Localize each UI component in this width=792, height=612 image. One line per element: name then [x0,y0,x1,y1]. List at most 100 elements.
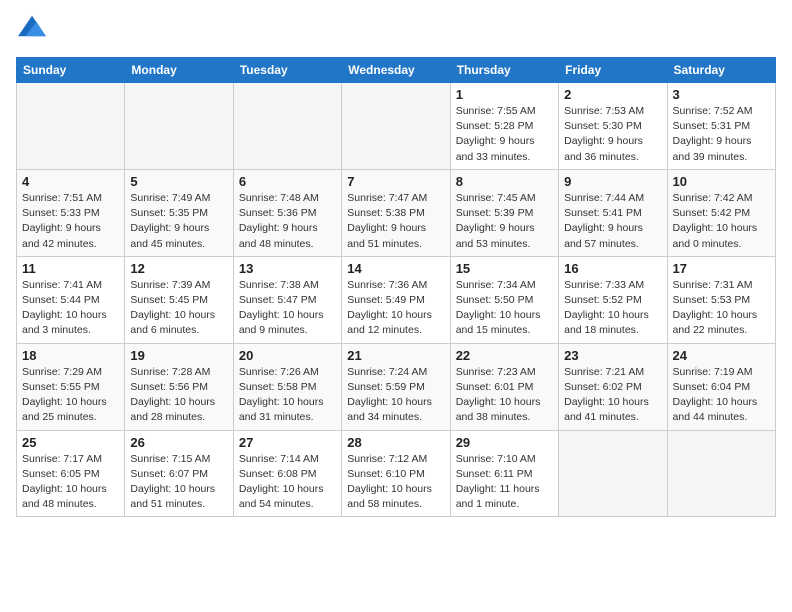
day-number: 1 [456,87,553,102]
weekday-header-row: SundayMondayTuesdayWednesdayThursdayFrid… [17,58,776,83]
day-number: 24 [673,348,770,363]
calendar-cell: 22 Sunrise: 7:23 AMSunset: 6:01 PMDayligh… [450,343,558,430]
day-detail: Sunrise: 7:31 AMSunset: 5:53 PMDaylight:… [673,278,770,339]
day-detail: Sunrise: 7:12 AMSunset: 6:10 PMDaylight:… [347,452,444,513]
day-number: 3 [673,87,770,102]
day-detail: Sunrise: 7:24 AMSunset: 5:59 PMDaylight:… [347,365,444,426]
calendar-cell [667,430,775,517]
calendar-cell: 19 Sunrise: 7:28 AMSunset: 5:56 PMDayligh… [125,343,233,430]
day-detail: Sunrise: 7:42 AMSunset: 5:42 PMDaylight:… [673,191,770,252]
day-detail: Sunrise: 7:45 AMSunset: 5:39 PMDaylight:… [456,191,553,252]
calendar-week-row: 1 Sunrise: 7:55 AMSunset: 5:28 PMDaylight… [17,83,776,170]
day-detail: Sunrise: 7:17 AMSunset: 6:05 PMDaylight:… [22,452,119,513]
day-number: 12 [130,261,227,276]
day-number: 28 [347,435,444,450]
calendar-cell [17,83,125,170]
calendar-cell: 27 Sunrise: 7:14 AMSunset: 6:08 PMDayligh… [233,430,341,517]
weekday-header-wednesday: Wednesday [342,58,450,83]
day-number: 21 [347,348,444,363]
day-detail: Sunrise: 7:29 AMSunset: 5:55 PMDaylight:… [22,365,119,426]
calendar-cell: 28 Sunrise: 7:12 AMSunset: 6:10 PMDayligh… [342,430,450,517]
calendar-cell: 2 Sunrise: 7:53 AMSunset: 5:30 PMDaylight… [559,83,667,170]
day-detail: Sunrise: 7:41 AMSunset: 5:44 PMDaylight:… [22,278,119,339]
calendar-cell: 25 Sunrise: 7:17 AMSunset: 6:05 PMDayligh… [17,430,125,517]
calendar-cell: 4 Sunrise: 7:51 AMSunset: 5:33 PMDaylight… [17,169,125,256]
calendar-cell: 7 Sunrise: 7:47 AMSunset: 5:38 PMDaylight… [342,169,450,256]
day-detail: Sunrise: 7:23 AMSunset: 6:01 PMDaylight:… [456,365,553,426]
calendar-cell: 23 Sunrise: 7:21 AMSunset: 6:02 PMDayligh… [559,343,667,430]
calendar-cell: 26 Sunrise: 7:15 AMSunset: 6:07 PMDayligh… [125,430,233,517]
day-detail: Sunrise: 7:28 AMSunset: 5:56 PMDaylight:… [130,365,227,426]
logo [16,16,46,45]
day-detail: Sunrise: 7:55 AMSunset: 5:28 PMDaylight:… [456,104,553,165]
day-detail: Sunrise: 7:10 AMSunset: 6:11 PMDaylight:… [456,452,553,513]
day-detail: Sunrise: 7:38 AMSunset: 5:47 PMDaylight:… [239,278,336,339]
calendar-cell [125,83,233,170]
calendar-week-row: 25 Sunrise: 7:17 AMSunset: 6:05 PMDayligh… [17,430,776,517]
day-detail: Sunrise: 7:49 AMSunset: 5:35 PMDaylight:… [130,191,227,252]
calendar-cell: 20 Sunrise: 7:26 AMSunset: 5:58 PMDayligh… [233,343,341,430]
day-number: 17 [673,261,770,276]
weekday-header-sunday: Sunday [17,58,125,83]
weekday-header-saturday: Saturday [667,58,775,83]
day-number: 16 [564,261,661,276]
day-number: 4 [22,174,119,189]
day-detail: Sunrise: 7:21 AMSunset: 6:02 PMDaylight:… [564,365,661,426]
calendar-cell: 15Sunrise: 7:34 AMSunset: 5:50 PMDayligh… [450,256,558,343]
day-detail: Sunrise: 7:48 AMSunset: 5:36 PMDaylight:… [239,191,336,252]
day-detail: Sunrise: 7:53 AMSunset: 5:30 PMDaylight:… [564,104,661,165]
day-detail: Sunrise: 7:19 AMSunset: 6:04 PMDaylight:… [673,365,770,426]
calendar-cell: 18 Sunrise: 7:29 AMSunset: 5:55 PMDayligh… [17,343,125,430]
logo-icon [18,12,46,40]
day-detail: Sunrise: 7:36 AMSunset: 5:49 PMDaylight:… [347,278,444,339]
day-number: 27 [239,435,336,450]
calendar-cell: 17 Sunrise: 7:31 AMSunset: 5:53 PMDayligh… [667,256,775,343]
calendar-cell [342,83,450,170]
day-detail: Sunrise: 7:39 AMSunset: 5:45 PMDaylight:… [130,278,227,339]
day-number: 9 [564,174,661,189]
weekday-header-thursday: Thursday [450,58,558,83]
weekday-header-tuesday: Tuesday [233,58,341,83]
day-number: 26 [130,435,227,450]
day-number: 18 [22,348,119,363]
calendar-week-row: 11 Sunrise: 7:41 AMSunset: 5:44 PMDayligh… [17,256,776,343]
day-detail: Sunrise: 7:14 AMSunset: 6:08 PMDaylight:… [239,452,336,513]
day-number: 23 [564,348,661,363]
day-number: 13 [239,261,336,276]
calendar-cell: 5 Sunrise: 7:49 AMSunset: 5:35 PMDaylight… [125,169,233,256]
day-number: 6 [239,174,336,189]
day-detail: Sunrise: 7:44 AMSunset: 5:41 PMDaylight:… [564,191,661,252]
day-number: 19 [130,348,227,363]
day-number: 22 [456,348,553,363]
calendar-cell: 9 Sunrise: 7:44 AMSunset: 5:41 PMDaylight… [559,169,667,256]
calendar-cell: 3Sunrise: 7:52 AMSunset: 5:31 PMDaylight… [667,83,775,170]
weekday-header-monday: Monday [125,58,233,83]
day-number: 10 [673,174,770,189]
day-number: 14 [347,261,444,276]
weekday-header-friday: Friday [559,58,667,83]
day-number: 7 [347,174,444,189]
day-detail: Sunrise: 7:34 AMSunset: 5:50 PMDaylight:… [456,278,553,339]
day-number: 2 [564,87,661,102]
day-detail: Sunrise: 7:51 AMSunset: 5:33 PMDaylight:… [22,191,119,252]
day-number: 25 [22,435,119,450]
calendar-table: SundayMondayTuesdayWednesdayThursdayFrid… [16,57,776,517]
day-number: 8 [456,174,553,189]
calendar-cell [233,83,341,170]
day-number: 20 [239,348,336,363]
day-number: 29 [456,435,553,450]
day-detail: Sunrise: 7:47 AMSunset: 5:38 PMDaylight:… [347,191,444,252]
calendar-cell: 13 Sunrise: 7:38 AMSunset: 5:47 PMDayligh… [233,256,341,343]
calendar-cell: 6 Sunrise: 7:48 AMSunset: 5:36 PMDaylight… [233,169,341,256]
calendar-cell: 10 Sunrise: 7:42 AMSunset: 5:42 PMDayligh… [667,169,775,256]
calendar-cell: 14 Sunrise: 7:36 AMSunset: 5:49 PMDayligh… [342,256,450,343]
calendar-week-row: 18 Sunrise: 7:29 AMSunset: 5:55 PMDayligh… [17,343,776,430]
day-detail: Sunrise: 7:15 AMSunset: 6:07 PMDaylight:… [130,452,227,513]
calendar-cell: 29 Sunrise: 7:10 AMSunset: 6:11 PMDayligh… [450,430,558,517]
calendar-cell: 12 Sunrise: 7:39 AMSunset: 5:45 PMDayligh… [125,256,233,343]
calendar-cell: 1 Sunrise: 7:55 AMSunset: 5:28 PMDaylight… [450,83,558,170]
day-number: 5 [130,174,227,189]
day-detail: Sunrise: 7:26 AMSunset: 5:58 PMDaylight:… [239,365,336,426]
calendar-cell [559,430,667,517]
day-number: 11 [22,261,119,276]
